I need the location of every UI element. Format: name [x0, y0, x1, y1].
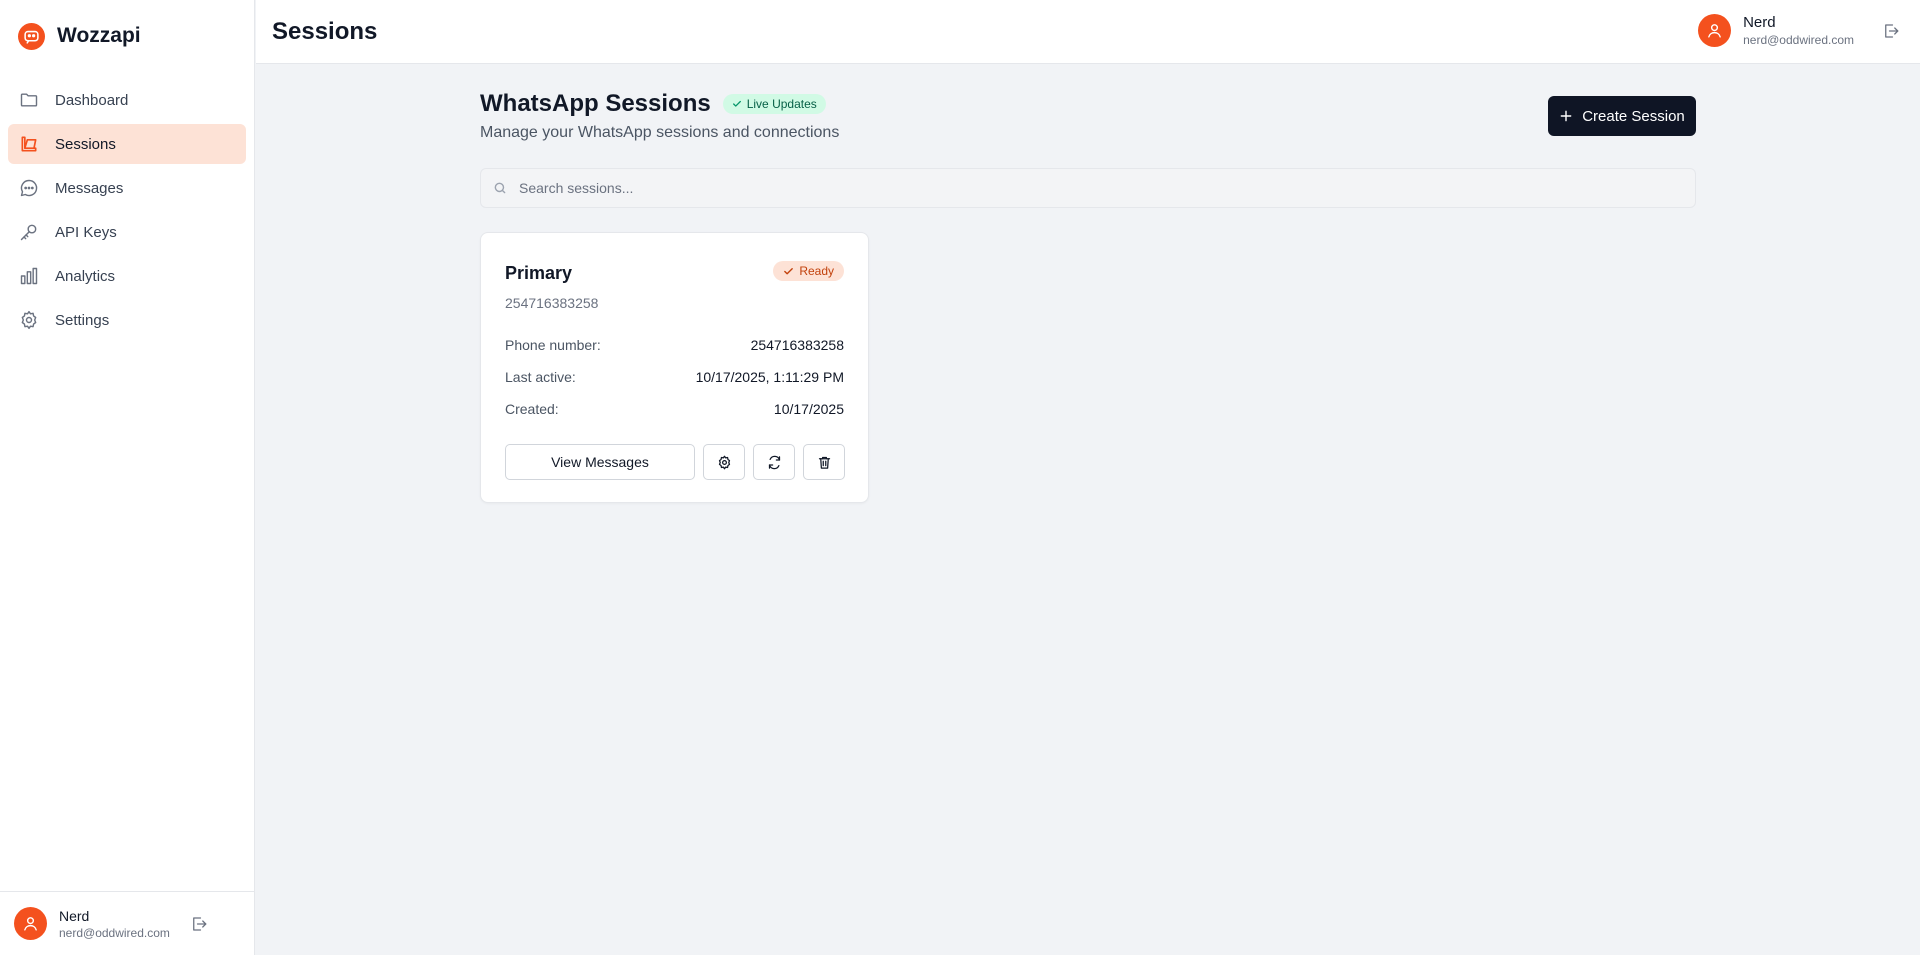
gear-icon: [17, 308, 41, 332]
logout-icon[interactable]: [190, 915, 208, 933]
user-name: Nerd: [59, 907, 90, 924]
live-updates-badge: Live Updates: [722, 94, 826, 114]
status-badge: Ready: [773, 261, 844, 281]
phone-row: Phone number: 254716383258: [505, 337, 844, 357]
session-phone: 254716383258: [505, 295, 599, 311]
sidebar-nav: Dashboard Sessions Messages API Keys Ana…: [0, 72, 254, 340]
sidebar-item-label: Settings: [55, 311, 110, 329]
session-name: Primary: [505, 263, 573, 283]
sidebar-item-dashboard[interactable]: Dashboard: [8, 80, 246, 120]
search-icon: [494, 182, 506, 194]
sidebar-item-label: API Keys: [55, 223, 117, 241]
header-user: Nerd nerd@oddwired.com: [1698, 14, 1900, 47]
check-icon: [732, 100, 741, 107]
session-settings-button[interactable]: [703, 444, 745, 480]
view-messages-button[interactable]: View Messages: [505, 444, 695, 480]
title-row: WhatsApp Sessions Live Updates: [480, 90, 1696, 118]
folder-icon: [17, 88, 41, 112]
sidebar-item-settings[interactable]: Settings: [8, 300, 246, 340]
check-icon: [784, 267, 794, 274]
sessions-icon: [17, 132, 41, 156]
user-info: Nerd nerd@oddwired.com: [59, 908, 170, 940]
last-active-label: Last active:: [505, 369, 576, 385]
create-session-button[interactable]: Create Session: [1548, 96, 1696, 136]
user-email: nerd@oddwired.com: [1743, 33, 1854, 47]
page-title: Sessions: [272, 18, 378, 45]
avatar[interactable]: [1698, 14, 1732, 47]
session-actions: View Messages: [505, 444, 845, 480]
sessions-header: WhatsApp Sessions Live Updates Manage yo…: [480, 90, 1696, 150]
search-bar: [480, 168, 1696, 208]
created-value: 10/17/2025: [773, 401, 844, 417]
last-active-row: Last active: 10/17/2025, 1:11:29 PM: [505, 369, 844, 389]
avatar[interactable]: [14, 907, 47, 940]
sidebar-item-analytics[interactable]: Analytics: [8, 256, 246, 296]
brand-logo-icon: [18, 22, 45, 50]
create-session-label: Create Session: [1582, 107, 1685, 125]
sidebar-item-label: Analytics: [55, 267, 116, 285]
key-icon: [17, 220, 41, 244]
live-badge-label: Live Updates: [746, 97, 817, 111]
phone-label: Phone number:: [505, 337, 601, 353]
main-title: WhatsApp Sessions: [480, 90, 711, 117]
top-header: Sessions Nerd nerd@oddwired.com: [256, 0, 1920, 64]
refresh-session-button[interactable]: [753, 444, 795, 480]
delete-session-button[interactable]: [803, 444, 845, 480]
created-row: Created: 10/17/2025: [505, 401, 844, 421]
brand-name: Wozzapi: [57, 24, 141, 47]
refresh-icon: [768, 455, 780, 469]
search-input[interactable]: [519, 180, 1659, 196]
user-info: Nerd nerd@oddwired.com: [1743, 14, 1854, 47]
session-card: Primary Ready 254716383258 Phone number:…: [480, 232, 869, 503]
sidebar-item-messages[interactable]: Messages: [8, 168, 246, 208]
plus-icon: [1560, 110, 1572, 122]
last-active-value: 10/17/2025, 1:11:29 PM: [695, 369, 844, 385]
main-subtitle: Manage your WhatsApp sessions and connec…: [480, 124, 840, 141]
message-icon: [17, 176, 41, 200]
bar-chart-icon: [17, 264, 41, 288]
sidebar-user: Nerd nerd@oddwired.com: [0, 891, 255, 955]
brand[interactable]: Wozzapi: [0, 0, 254, 72]
sidebar-item-label: Dashboard: [55, 91, 129, 109]
sidebar-item-label: Messages: [55, 179, 124, 197]
logout-icon[interactable]: [1882, 22, 1900, 40]
status-label: Ready: [799, 264, 834, 278]
trash-icon: [818, 456, 830, 469]
sidebar-item-api-keys[interactable]: API Keys: [8, 212, 246, 252]
sidebar-item-sessions[interactable]: Sessions: [8, 124, 246, 164]
created-label: Created:: [505, 401, 559, 417]
sidebar-item-label: Sessions: [55, 135, 116, 153]
gear-icon: [718, 455, 730, 469]
sidebar: Wozzapi Dashboard Sessions Messages API …: [0, 0, 255, 955]
user-name: Nerd: [1743, 14, 1776, 31]
user-email: nerd@oddwired.com: [59, 925, 170, 940]
phone-value: 254716383258: [750, 337, 844, 353]
